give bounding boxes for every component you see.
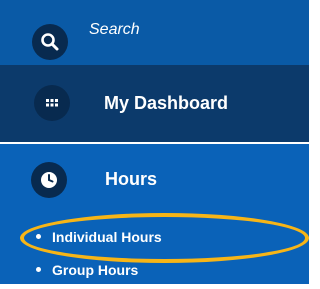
sidebar-subitem-label: Individual Hours bbox=[52, 229, 162, 245]
search-label[interactable]: Search bbox=[89, 21, 140, 39]
sidebar-subitem-group-hours[interactable]: Group Hours bbox=[36, 262, 138, 278]
sidebar-subitem-label: Group Hours bbox=[52, 262, 139, 278]
bullet bbox=[36, 266, 41, 272]
sidebar-nav: Search My Dashboard Hours Individual Hou… bbox=[0, 0, 309, 289]
bullet bbox=[36, 233, 41, 239]
sidebar-item-label-dashboard: My Dashboard bbox=[104, 93, 229, 113]
clock-icon-circle bbox=[31, 162, 67, 198]
bottom-edge bbox=[0, 284, 309, 289]
grid-icon-circle bbox=[34, 85, 70, 121]
search-icon bbox=[41, 33, 59, 51]
sidebar-item-label-hours[interactable]: Hours bbox=[105, 169, 157, 190]
grid-icon bbox=[46, 99, 58, 107]
sidebar-subitem-individual-hours[interactable]: Individual Hours bbox=[36, 229, 162, 245]
search-icon-circle bbox=[32, 24, 68, 60]
clock-icon bbox=[41, 172, 57, 188]
